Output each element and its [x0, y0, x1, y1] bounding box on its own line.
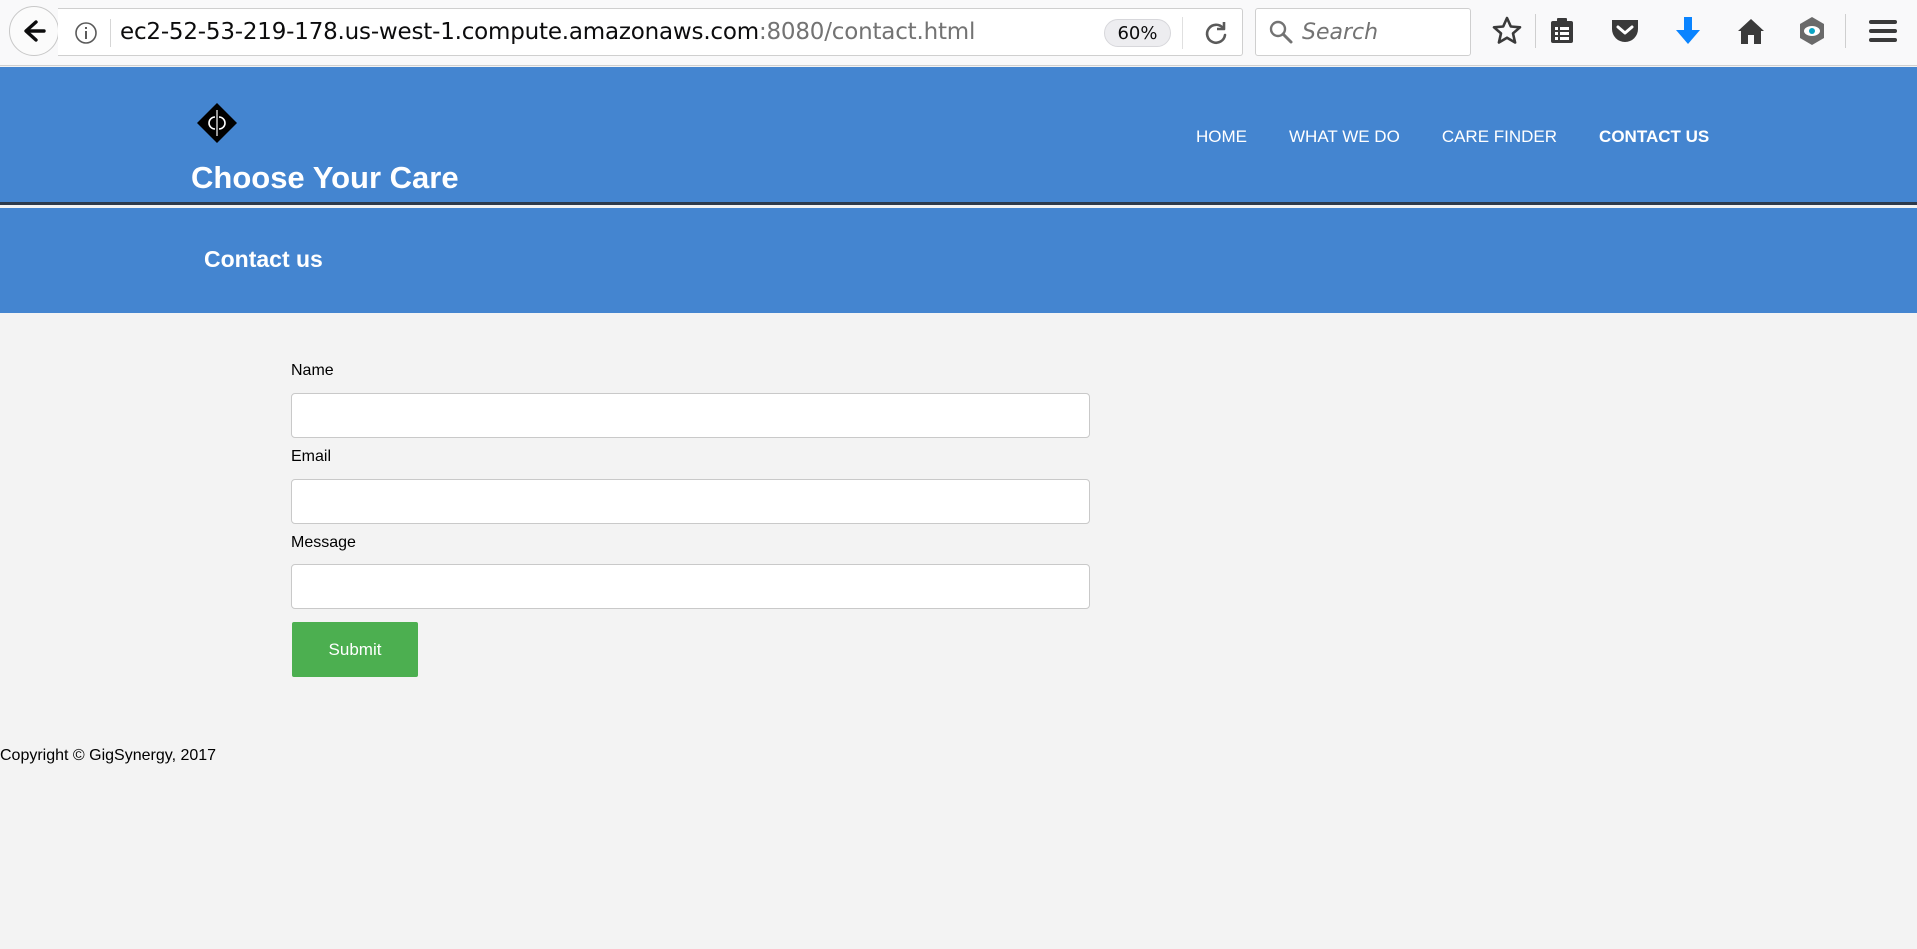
email-label: Email — [291, 448, 332, 465]
submit-button[interactable]: Submit — [292, 622, 418, 677]
extension-icon[interactable] — [1795, 14, 1829, 48]
search-icon — [1269, 20, 1293, 44]
name-input[interactable] — [291, 393, 1090, 438]
pocket-icon[interactable] — [1608, 14, 1642, 48]
url-text[interactable]: ec2-52-53-219-178.us-west-1.compute.amaz… — [120, 19, 975, 45]
email-input[interactable] — [291, 479, 1090, 524]
nav-contact-us[interactable]: CONTACT US — [1599, 127, 1709, 147]
url-separator — [110, 19, 111, 47]
reading-list-icon[interactable] — [1545, 14, 1579, 48]
page-heading-banner: Contact us — [0, 208, 1917, 313]
url-path: :8080/contact.html — [758, 19, 976, 45]
main-nav: HOME WHAT WE DO CARE FINDER CONTACT US — [1196, 127, 1709, 147]
message-input[interactable] — [291, 564, 1090, 609]
address-bar[interactable]: ec2-52-53-219-178.us-west-1.compute.amaz… — [58, 8, 1243, 56]
bookmark-star-icon[interactable] — [1490, 14, 1524, 48]
name-label: Name — [291, 362, 334, 379]
browser-toolbar: ec2-52-53-219-178.us-west-1.compute.amaz… — [0, 0, 1917, 66]
site-header: Choose Your Care HOME WHAT WE DO CARE FI… — [0, 67, 1917, 205]
nav-care-finder[interactable]: CARE FINDER — [1442, 127, 1557, 147]
info-icon[interactable] — [74, 21, 98, 45]
menu-icon[interactable] — [1866, 14, 1900, 48]
logo-icon[interactable] — [196, 102, 238, 144]
toolbar-divider-2 — [1845, 14, 1846, 48]
back-arrow-icon — [24, 20, 46, 42]
home-icon[interactable] — [1734, 14, 1768, 48]
nav-what-we-do[interactable]: WHAT WE DO — [1289, 127, 1400, 147]
back-button[interactable] — [9, 6, 59, 56]
url-separator-2 — [1182, 17, 1183, 49]
reload-icon[interactable] — [1202, 19, 1230, 47]
page-title: Contact us — [204, 246, 323, 272]
search-bar[interactable]: Search — [1255, 8, 1471, 56]
site-title[interactable]: Choose Your Care — [191, 160, 459, 196]
copyright-text: Copyright © GigSynergy, 2017 — [0, 747, 217, 764]
toolbar-divider — [1535, 14, 1536, 48]
url-host: ec2-52-53-219-178.us-west-1.compute.amaz… — [120, 19, 759, 45]
download-icon[interactable] — [1671, 14, 1705, 48]
nav-home[interactable]: HOME — [1196, 127, 1247, 147]
message-label: Message — [291, 534, 356, 551]
search-placeholder: Search — [1302, 20, 1379, 45]
zoom-indicator[interactable]: 60% — [1104, 19, 1171, 47]
